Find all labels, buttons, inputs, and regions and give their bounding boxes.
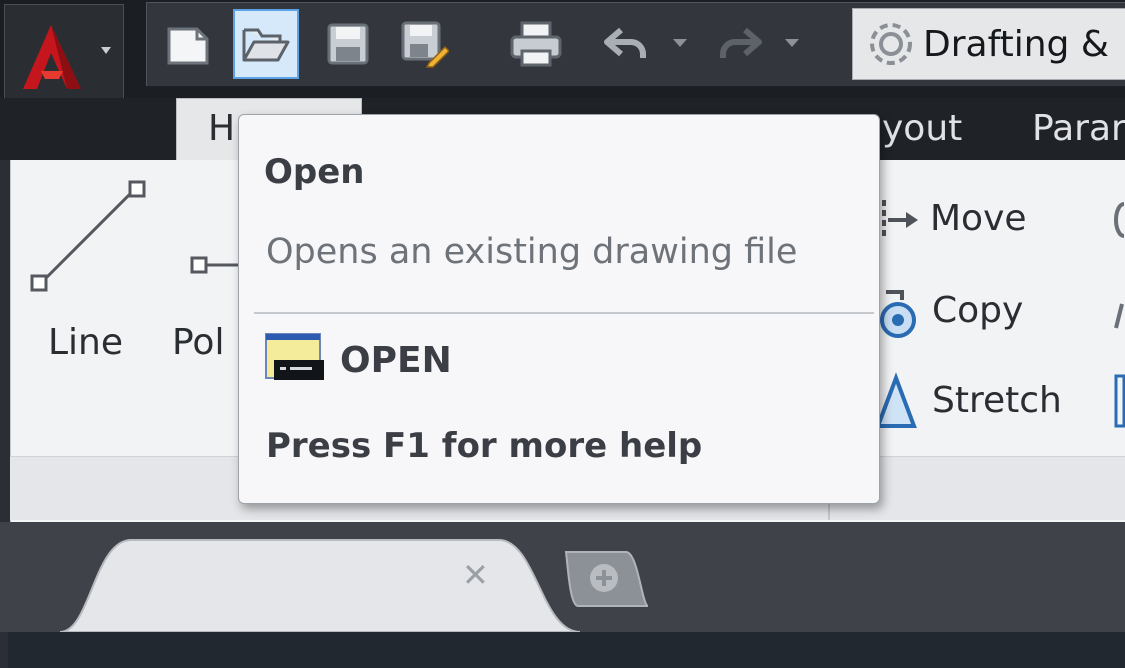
plot-button[interactable]	[503, 9, 569, 79]
gear-icon	[870, 23, 912, 65]
tooltip-command-name: OPEN	[340, 340, 452, 381]
redo-dropdown[interactable]	[777, 9, 807, 79]
line-button-label[interactable]: Line	[48, 322, 123, 363]
workspace-switcher[interactable]: Drafting &	[852, 8, 1125, 80]
tooltip-title: Open	[264, 152, 365, 192]
tooltip-help-hint: Press F1 for more help	[266, 426, 703, 466]
line-icon	[30, 180, 146, 292]
new-tab-button[interactable]	[558, 548, 650, 610]
save-as-button[interactable]	[391, 9, 457, 79]
redo-icon	[720, 27, 762, 58]
tab-parametric-label[interactable]: Parar	[1032, 108, 1125, 149]
stretch-button-label[interactable]: Stretch	[932, 380, 1062, 421]
save-button[interactable]	[315, 9, 381, 79]
drawing-canvas[interactable]	[8, 632, 1125, 668]
polyline-button-label[interactable]: Pol	[172, 322, 224, 363]
copy-button-label[interactable]: Copy	[932, 290, 1023, 331]
save-icon	[327, 23, 369, 65]
open-folder-icon	[242, 28, 290, 62]
undo-icon	[604, 27, 646, 58]
undo-dropdown[interactable]	[665, 9, 695, 79]
tooltip-description: Opens an existing drawing file	[266, 232, 798, 272]
tab-layout-label[interactable]: yout	[882, 108, 962, 149]
chevron-down-icon	[101, 47, 111, 54]
undo-button[interactable]	[593, 9, 659, 79]
new-file-icon	[167, 27, 209, 65]
workspace-label: Drafting &	[923, 23, 1109, 65]
chevron-down-icon	[673, 39, 687, 47]
move-button-label[interactable]: Move	[930, 198, 1027, 239]
file-tab-drawing[interactable]	[60, 534, 580, 632]
open-button[interactable]	[233, 9, 299, 79]
polyline-icon	[190, 256, 242, 274]
new-button[interactable]	[155, 9, 221, 79]
modify-panel-icons-cut	[1114, 202, 1125, 428]
redo-button[interactable]	[707, 9, 773, 79]
close-tab-icon[interactable]: ✕	[462, 556, 489, 594]
command-line-icon	[265, 333, 324, 380]
tooltip-separator	[254, 312, 874, 314]
chevron-down-icon	[785, 39, 799, 47]
printer-icon	[510, 21, 562, 67]
tab-home-label: H	[208, 108, 236, 149]
save-as-icon	[401, 21, 449, 68]
